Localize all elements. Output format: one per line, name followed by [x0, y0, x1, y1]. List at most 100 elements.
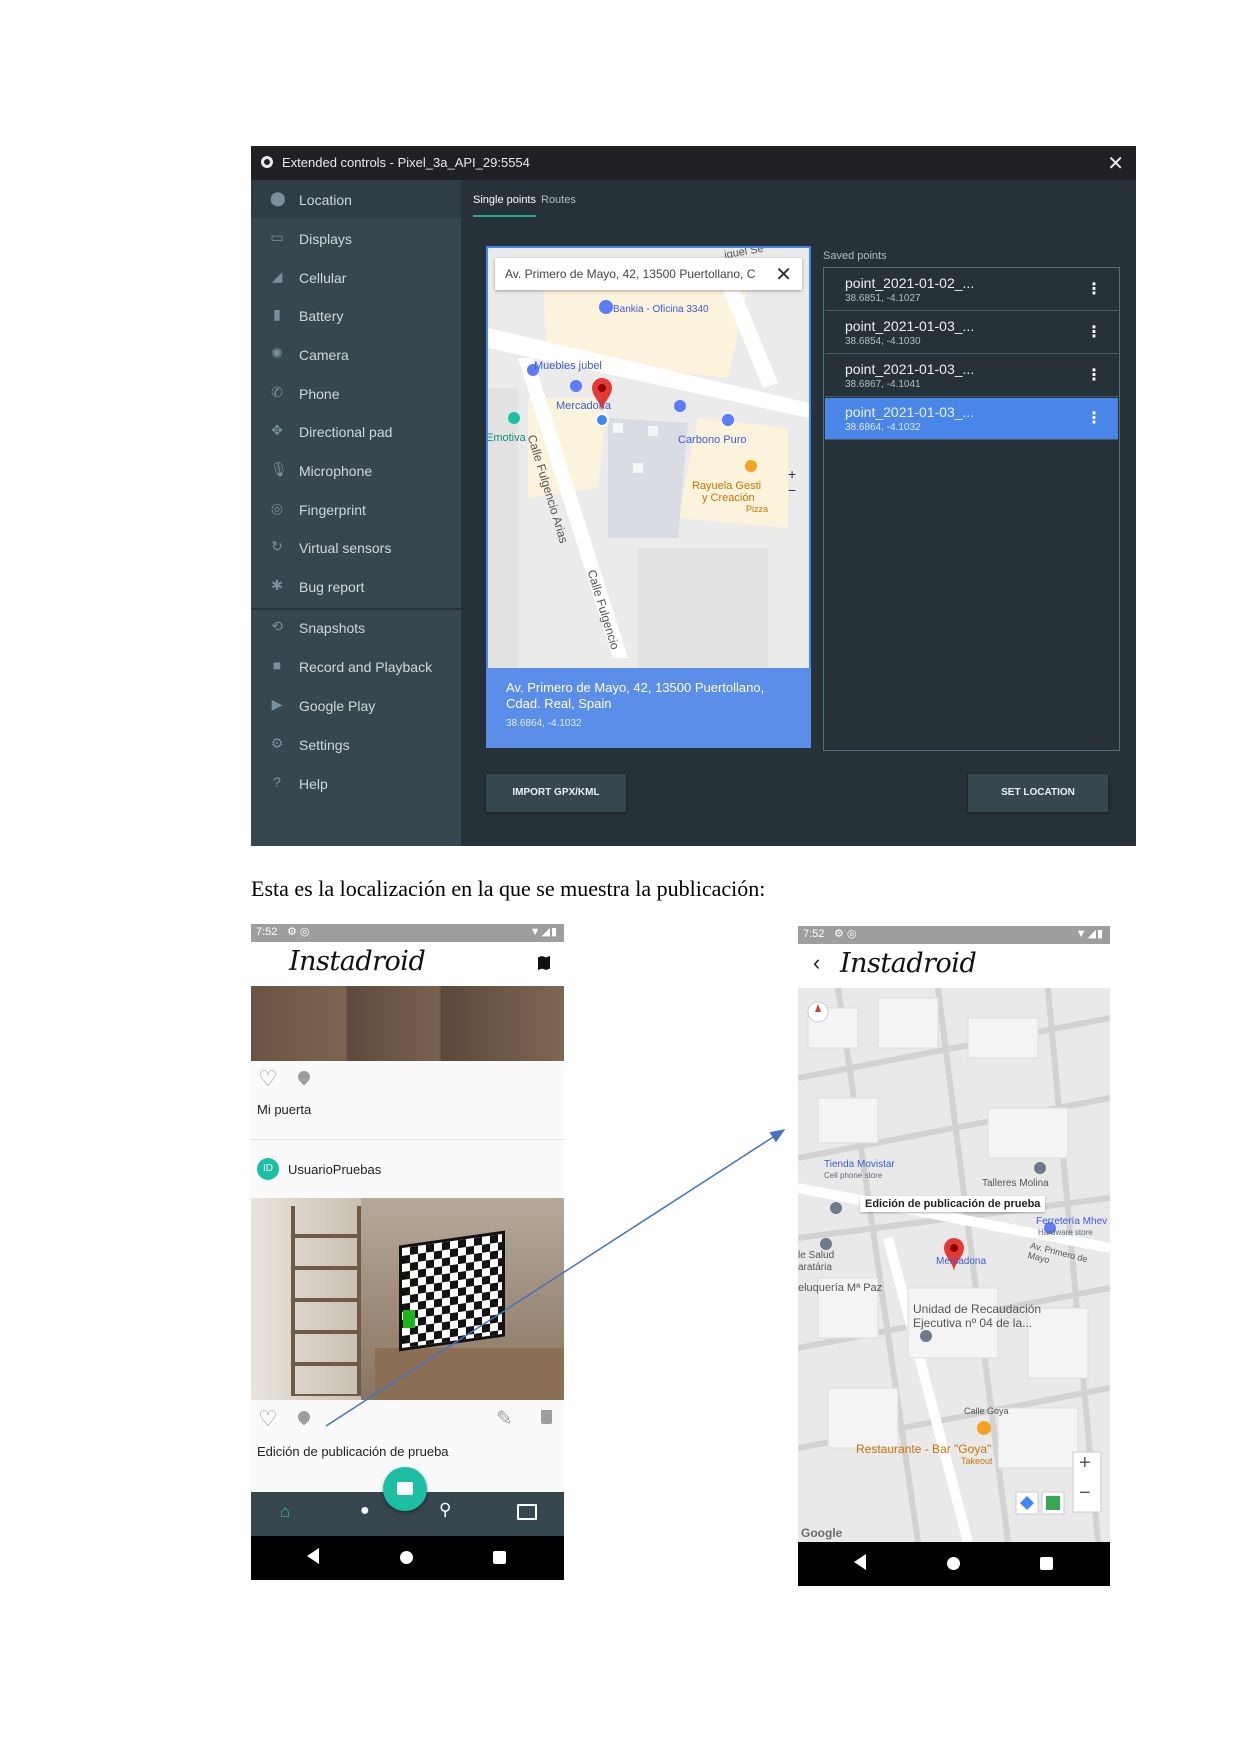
status-icons: ▼◢▮: [1075, 928, 1104, 940]
sidebar-item-settings[interactable]: ⚙ Settings: [251, 725, 461, 763]
system-nav-bar: [798, 1542, 1110, 1586]
profile-icon[interactable]: ●: [360, 1502, 370, 1520]
saved-point-row-selected[interactable]: point_2021-01-03_... 38.6864, -4.1032 ⋮: [825, 398, 1118, 440]
sidebar-item-camera[interactable]: ✺ Camera: [251, 335, 461, 373]
sidebar-item-fingerprint[interactable]: ◎ Fingerprint: [251, 490, 461, 528]
cellular-signal-icon: ◢: [271, 268, 283, 284]
heart-icon[interactable]: ♡: [258, 1066, 278, 1092]
fingerprint-icon: ◎: [270, 500, 284, 516]
chat-icon[interactable]: [517, 1504, 537, 1520]
history-icon: ⟲: [271, 618, 283, 634]
google-maps-icon[interactable]: [1042, 1492, 1064, 1514]
status-bar: 7:52 ⚙ ◎ ▼◢▮: [798, 926, 1110, 944]
system-nav-bar: [251, 1536, 564, 1580]
map-zoom-out-button[interactable]: −: [788, 482, 796, 498]
more-vert-icon[interactable]: ⋮: [1086, 322, 1102, 342]
close-icon[interactable]: ✕: [1107, 151, 1124, 176]
location-pin-icon[interactable]: [295, 1068, 313, 1086]
sidebar-item-location[interactable]: ⬤ Location: [251, 180, 461, 218]
dpad-icon: ✥: [271, 422, 283, 438]
home-icon[interactable]: ⌂: [280, 1502, 290, 1522]
home-nav-icon[interactable]: [400, 1551, 413, 1564]
username[interactable]: UsuarioPruebas: [288, 1162, 381, 1177]
compass-icon[interactable]: [808, 1002, 830, 1024]
selected-address-card: Av. Primero de Mayo, 42, 13500 Puertolla…: [486, 668, 811, 748]
more-vert-icon[interactable]: ⋮: [1086, 408, 1102, 428]
location-pin-icon: ⬤: [270, 190, 286, 206]
recents-nav-icon[interactable]: [1040, 1557, 1053, 1570]
address-text: Av. Primero de Mayo, 42, 13500 Puertolla…: [506, 680, 765, 711]
clear-search-icon[interactable]: ✕: [775, 262, 792, 287]
saved-point-row[interactable]: point_2021-01-03_... 38.6854, -4.1030 ⋮: [825, 312, 1118, 354]
heart-icon[interactable]: ♡: [258, 1406, 278, 1432]
sidebar-item-label: Phone: [299, 386, 340, 402]
sensors-icon: ↻: [271, 538, 283, 554]
saved-point-row[interactable]: point_2021-01-02_... 38.6851, -4.1027 ⋮: [825, 269, 1118, 311]
tab-routes[interactable]: Routes: [541, 194, 576, 206]
delete-icon[interactable]: [541, 1410, 552, 1424]
sidebar-item-label: Snapshots: [299, 620, 366, 636]
status-time: 7:52: [256, 926, 278, 938]
import-gpx-button[interactable]: IMPORT GPX/KML: [486, 774, 626, 812]
sidebar-item-label: Location: [299, 192, 352, 208]
sidebar-item-record-playback[interactable]: ■ Record and Playback: [251, 647, 461, 685]
sidebar-item-label: Directional pad: [299, 424, 393, 440]
map-zoom-in-button[interactable]: +: [788, 466, 796, 482]
directions-icon[interactable]: [1016, 1492, 1038, 1514]
back-arrow-icon[interactable]: ‹: [813, 950, 820, 976]
saved-point-name: point_2021-01-03_...: [845, 404, 975, 420]
app-logo: Instadroid: [289, 946, 426, 977]
map-search-box[interactable]: Av. Primero de Mayo, 42, 13500 Puertolla…: [495, 258, 802, 290]
tab-single-points[interactable]: Single points: [473, 194, 536, 206]
sidebar-item-directional-pad[interactable]: ✥ Directional pad: [251, 412, 461, 450]
map-icon[interactable]: [538, 956, 550, 970]
zoom-out-button[interactable]: −: [1079, 1482, 1091, 1505]
sidebar-item-phone[interactable]: ✆ Phone: [251, 374, 461, 412]
location-panel: Single points Routes Bankia - Oficina 33…: [461, 180, 1136, 846]
sidebar-item-battery[interactable]: ▮ Battery: [251, 296, 461, 334]
sidebar-item-microphone[interactable]: 🎙︎ Microphone: [251, 451, 461, 489]
sidebar-item-label: Battery: [299, 308, 344, 324]
map-label-emotiva: Emotiva: [486, 432, 526, 444]
saved-point-name: point_2021-01-02_...: [845, 275, 975, 291]
more-vert-icon[interactable]: ⋮: [1086, 365, 1102, 385]
emulator-logo-icon: [261, 156, 273, 168]
status-bar: 7:52 ⚙ ◎ ▼◢▮: [251, 924, 564, 942]
search-icon[interactable]: ⚲: [439, 1500, 451, 1520]
set-location-button[interactable]: SET LOCATION: [968, 774, 1108, 812]
saved-point-coords: 38.6864, -4.1032: [845, 422, 921, 433]
map-label-takeout: Takeout: [961, 1456, 993, 1466]
microphone-icon: 🎙︎: [270, 461, 288, 477]
post-caption: Edición de publicación de prueba: [257, 1444, 449, 1459]
divider: [251, 1139, 564, 1140]
saved-point-row[interactable]: point_2021-01-03_... 38.6867, -4.1041 ⋮: [825, 355, 1118, 397]
home-nav-icon[interactable]: [947, 1557, 960, 1570]
sidebar-item-label: Cellular: [299, 270, 347, 286]
app-bar: Instadroid: [251, 942, 564, 986]
sidebar-item-help[interactable]: ? Help: [251, 764, 461, 802]
location-pin-icon[interactable]: [295, 1408, 313, 1426]
more-vert-icon[interactable]: ⋮: [1086, 279, 1102, 299]
sidebar-item-google-play[interactable]: ▶ Google Play: [251, 686, 461, 724]
zoom-in-button[interactable]: +: [1079, 1452, 1091, 1475]
avatar[interactable]: ID: [257, 1158, 279, 1180]
map-label-mercadona: Mercadona: [936, 1256, 987, 1267]
sidebar-item-displays[interactable]: ▭ Displays: [251, 219, 461, 257]
play-icon: ▶: [271, 696, 283, 712]
back-nav-icon[interactable]: [854, 1554, 866, 1570]
emulator-extended-controls-window: Extended controls - Pixel_3a_API_29:5554…: [251, 146, 1136, 846]
map-label-calle-goya: Calle Goya: [964, 1406, 1009, 1416]
camera-fab-button[interactable]: [383, 1467, 427, 1511]
map-view[interactable]: Bankia - Oficina 3340 Muebles jubel Merc…: [486, 246, 811, 670]
sidebar-item-bug-report[interactable]: ✱ Bug report: [251, 567, 461, 605]
battery-icon: ▮: [273, 306, 281, 322]
sidebar-item-cellular[interactable]: ◢ Cellular: [251, 258, 461, 296]
recents-nav-icon[interactable]: [493, 1551, 506, 1564]
window-title: Extended controls - Pixel_3a_API_29:5554: [282, 155, 530, 170]
saved-point-coords: 38.6854, -4.1030: [845, 336, 921, 347]
back-nav-icon[interactable]: [307, 1548, 319, 1564]
map-view[interactable]: Tienda Movistar Cell phone store Tallere…: [798, 988, 1110, 1542]
sidebar-item-virtual-sensors[interactable]: ↻ Virtual sensors: [251, 528, 461, 566]
sidebar-item-snapshots[interactable]: ⟲ Snapshots: [251, 608, 461, 646]
edit-icon[interactable]: ✎: [496, 1406, 513, 1431]
